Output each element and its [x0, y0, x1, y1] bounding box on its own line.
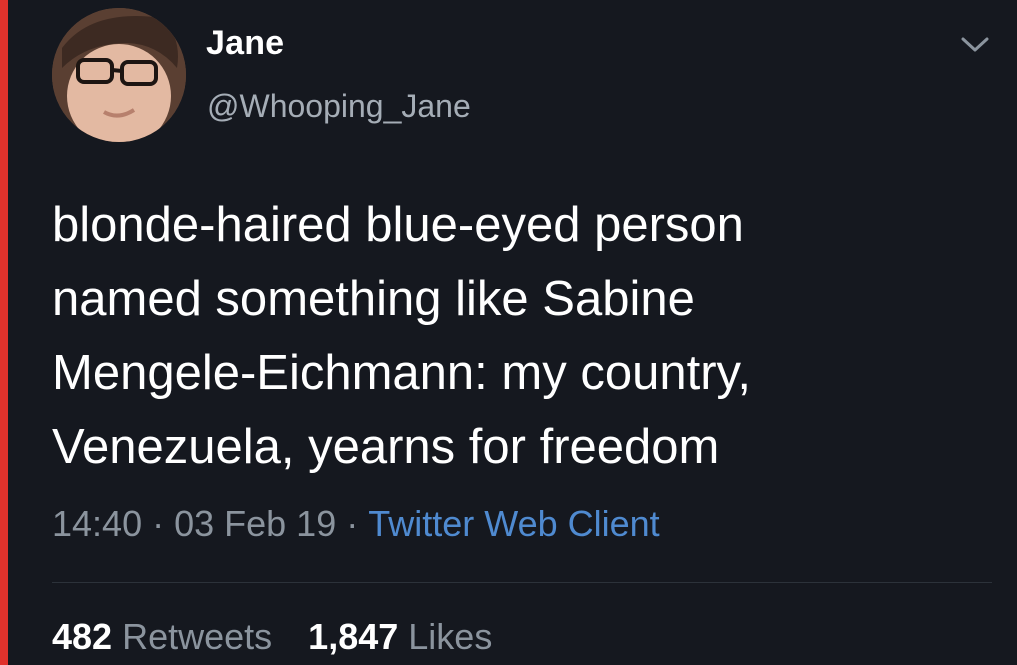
tweet-text-line: Mengele-Eichmann: my country, — [52, 346, 751, 400]
tweet-text-line: blonde-haired blue-eyed person — [52, 198, 744, 252]
separator: · — [346, 503, 359, 544]
client-link[interactable]: Twitter Web Client — [368, 503, 659, 544]
likes-stat[interactable]: 1,847 Likes — [308, 616, 492, 657]
retweets-stat[interactable]: 482 Retweets — [52, 616, 272, 657]
retweets-label: Retweets — [122, 616, 273, 657]
tweet-text-line: Venezuela, yearns for freedom — [52, 420, 720, 474]
tweet-time[interactable]: 14:40 — [52, 503, 142, 544]
tweet-metadata: 14:40 · 03 Feb 19 · Twitter Web Client — [52, 503, 660, 545]
retweets-count: 482 — [52, 616, 113, 657]
likes-label: Likes — [408, 616, 493, 657]
likes-count: 1,847 — [308, 616, 399, 657]
divider — [52, 582, 992, 583]
tweet-date[interactable]: 03 Feb 19 — [174, 503, 336, 544]
avatar[interactable] — [52, 8, 186, 142]
tweet-stats: 482 Retweets 1,847 Likes — [52, 616, 492, 658]
left-edge-bar — [0, 0, 8, 665]
tweet-card: Jane @Whooping_Jane blonde-haired blue-e… — [8, 0, 1017, 665]
tweet-text: blonde-haired blue-eyed person named som… — [52, 188, 992, 484]
user-handle[interactable]: @Whooping_Jane — [207, 88, 471, 125]
chevron-down-icon[interactable] — [958, 32, 992, 56]
display-name[interactable]: Jane — [206, 24, 284, 63]
tweet-text-line: named something like Sabine — [52, 272, 695, 326]
separator: · — [152, 503, 165, 544]
